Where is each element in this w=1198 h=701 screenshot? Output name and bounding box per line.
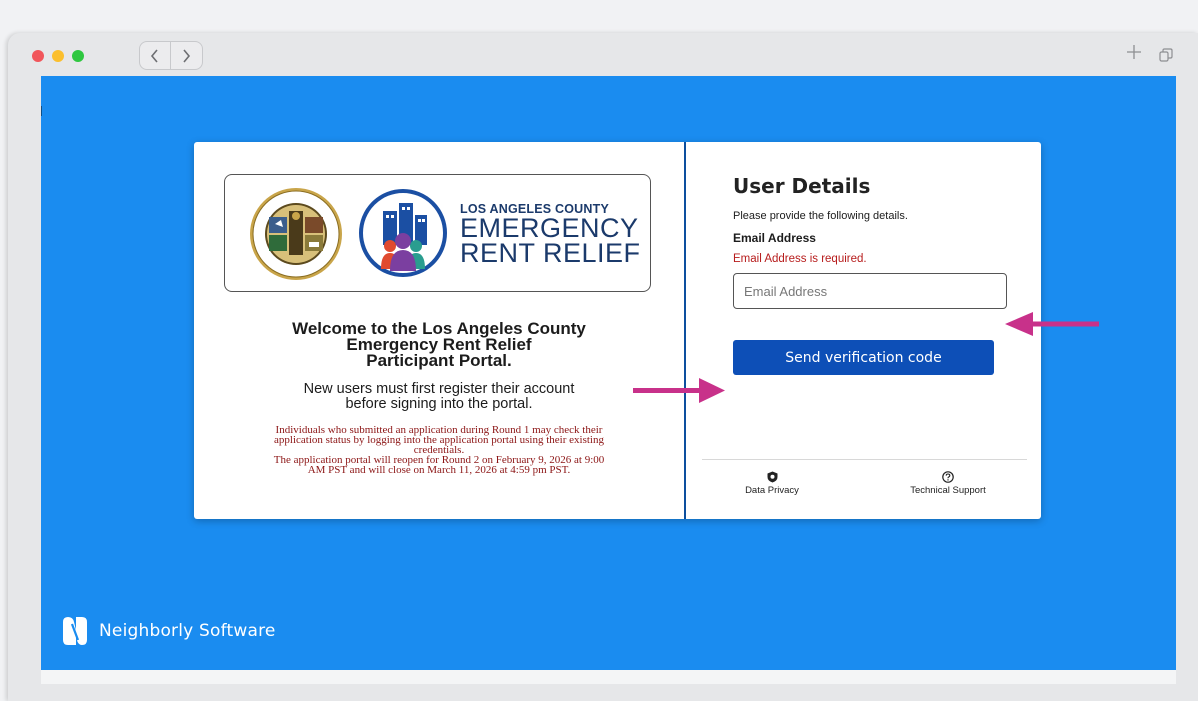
email-input[interactable] (733, 273, 1007, 309)
email-label: Email Address (733, 231, 816, 245)
viewport-bottom-strip (41, 670, 1176, 684)
login-card: LOS ANGELES COUNTY EMERGENCY RENT RELIEF… (194, 142, 1041, 519)
copy-window-icon (1159, 48, 1173, 62)
register-instructions: New users must first register their acco… (254, 382, 624, 412)
page-viewport: LOS ANGELES COUNTY EMERGENCY RENT RELIEF… (41, 76, 1176, 670)
welcome-panel: LOS ANGELES COUNTY EMERGENCY RENT RELIEF… (194, 142, 686, 519)
user-details-title: User Details (733, 174, 871, 198)
titlebar (8, 33, 1198, 76)
technical-support-link[interactable]: Technical Support (898, 471, 998, 496)
browser-window: LOS ANGELES COUNTY EMERGENCY RENT RELIEF… (8, 33, 1198, 701)
neighborly-footer-logo: Neighborly Software (61, 616, 276, 646)
minimize-window-button[interactable] (52, 50, 64, 62)
send-verification-code-button[interactable]: Send verification code (733, 340, 994, 375)
zoom-window-button[interactable] (72, 50, 84, 62)
tab-overview-button[interactable] (1159, 47, 1173, 66)
annotation-arrow-left-icon (1005, 312, 1099, 336)
forward-icon (183, 48, 191, 63)
footer-divider (702, 459, 1027, 460)
data-privacy-link[interactable]: Data Privacy (737, 471, 807, 496)
annotation-arrow-right-icon (633, 378, 725, 403)
welcome-line-3: Participant Portal. (366, 351, 512, 370)
register-line-1: New users must first register their acco… (303, 381, 575, 397)
technical-support-label: Technical Support (910, 485, 986, 496)
back-icon (150, 48, 158, 63)
data-privacy-label: Data Privacy (745, 485, 799, 496)
user-details-description: Please provide the following details. (733, 210, 908, 222)
nav-button-group (139, 41, 203, 70)
neighborly-footer-text: Neighborly Software (99, 621, 276, 641)
back-button[interactable] (140, 42, 171, 69)
forward-button[interactable] (171, 42, 201, 69)
emergency-rent-relief-logo-icon (359, 189, 447, 277)
county-seal-icon (250, 188, 342, 280)
welcome-heading: Welcome to the Los Angeles County Emerge… (254, 320, 624, 370)
program-logo-box: LOS ANGELES COUNTY EMERGENCY RENT RELIEF (224, 174, 651, 292)
plus-icon (1127, 45, 1141, 59)
brand-line-rent-relief: RENT RELIEF (460, 238, 641, 268)
close-window-button[interactable] (32, 50, 44, 62)
shield-icon (767, 471, 777, 483)
program-name: LOS ANGELES COUNTY EMERGENCY RENT RELIEF (460, 202, 641, 268)
register-line-2: before signing into the portal. (345, 396, 533, 412)
new-tab-button[interactable] (1126, 43, 1142, 65)
notice-line-5: AM PST and will close on March 11, 2026 … (307, 464, 571, 476)
email-error-message: Email Address is required. (733, 253, 867, 265)
round-notice: Individuals who submitted an application… (239, 425, 639, 476)
viewport-marker (41, 106, 42, 116)
neighborly-logo-icon (63, 617, 87, 645)
help-circle-icon (942, 471, 954, 483)
user-details-panel: User Details Please provide the followin… (686, 142, 1041, 519)
